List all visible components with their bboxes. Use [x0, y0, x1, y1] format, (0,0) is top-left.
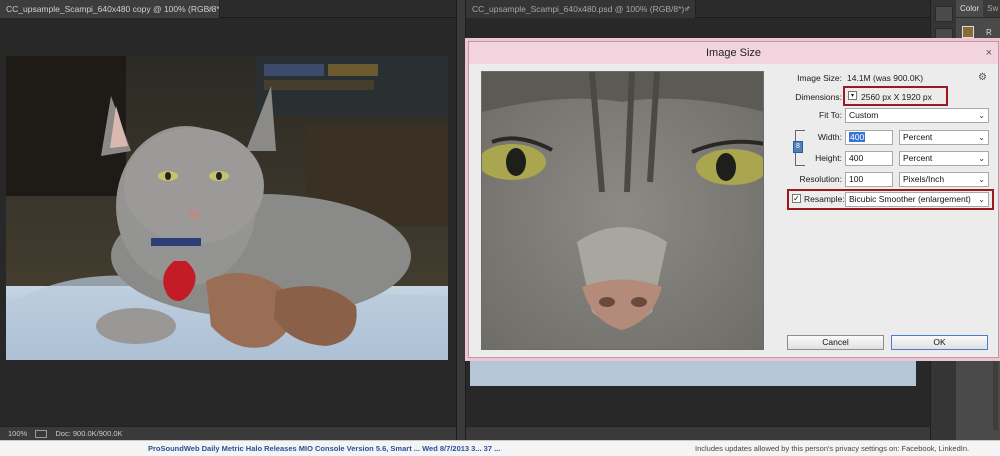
document-tab-right[interactable]: CC_upsample_Scampi_640x480.psd @ 100% (R…: [466, 0, 696, 18]
status-bar-right: [466, 426, 930, 440]
chevron-down-icon: ⌄: [978, 133, 985, 142]
fit-to-label: Fit To:: [819, 110, 842, 120]
status-bar-left: 100% Doc: 900.0K/900.0K: [0, 426, 456, 440]
privacy-note: Includes updates allowed by this person'…: [695, 444, 970, 453]
resolution-unit-select[interactable]: Pixels/Inch ⌄: [899, 172, 989, 187]
resolution-value: 100: [849, 174, 864, 184]
cat-photo: [6, 56, 448, 360]
resample-method: Bicubic Smoother (enlargement): [849, 194, 971, 204]
foreground-color-swatch[interactable]: [962, 26, 974, 38]
height-unit-select[interactable]: Percent ⌄: [899, 151, 989, 166]
resolution-input[interactable]: 100: [845, 172, 893, 187]
link-icon[interactable]: 8: [793, 141, 803, 153]
fit-to-select[interactable]: Custom ⌄: [845, 108, 989, 123]
width-label: Width:: [817, 132, 842, 142]
fit-to-value: Custom: [849, 110, 879, 120]
tab-color[interactable]: Color: [956, 0, 984, 17]
height-unit: Percent: [903, 153, 933, 163]
zoom-level[interactable]: 100%: [8, 429, 27, 438]
document-tab-title: CC_upsample_Scampi_640x480.psd @ 100% (R…: [472, 4, 690, 14]
close-icon[interactable]: ×: [208, 0, 213, 18]
resample-checkbox[interactable]: ✓: [792, 194, 801, 203]
height-label: Height:: [815, 153, 842, 163]
dimensions-label: Dimensions:: [795, 92, 842, 102]
height-value: 400: [849, 153, 864, 163]
document-tab-left[interactable]: CC_upsample_Scampi_640x480 copy @ 100% (…: [0, 0, 220, 18]
chevron-down-icon: ⌄: [978, 111, 985, 120]
chevron-down-icon: ⌄: [978, 195, 985, 204]
document-tab-title: CC_upsample_Scampi_640x480 copy @ 100% (…: [6, 4, 220, 14]
background-window-strip: ProSoundWeb Daily Metric Halo Releases M…: [0, 440, 1000, 456]
width-input[interactable]: 400: [845, 130, 893, 145]
image-size-value: 14.1M (was 900.0K): [847, 73, 924, 83]
panel-tabs: Color Sw: [956, 0, 1000, 18]
height-input[interactable]: 400: [845, 151, 893, 166]
close-icon[interactable]: ×: [986, 42, 992, 64]
pane-splitter[interactable]: [456, 0, 466, 440]
chevron-down-icon: ⌄: [978, 175, 985, 184]
chevron-down-icon: ⌄: [978, 154, 985, 163]
history-icon[interactable]: [934, 6, 953, 22]
channel-label-r: R: [986, 28, 992, 37]
tab-swatches[interactable]: Sw: [983, 0, 1000, 17]
doc-size: Doc: 900.0K/900.0K: [55, 429, 123, 438]
cancel-button[interactable]: Cancel: [787, 335, 884, 350]
image-size-label: Image Size:: [797, 73, 842, 83]
document-pane-left: CC_upsample_Scampi_640x480 copy @ 100% (…: [0, 0, 456, 440]
gear-icon[interactable]: ⚙: [978, 72, 987, 83]
status-icon[interactable]: [35, 430, 48, 439]
width-unit-select[interactable]: Percent ⌄: [899, 130, 989, 145]
width-value: 400: [849, 132, 866, 142]
resample-label: Resample:: [804, 194, 845, 204]
image-size-dialog: Image Size × ⚙ Image Size: 14.1M (was 90…: [468, 41, 999, 358]
ok-button[interactable]: OK: [891, 335, 988, 350]
news-item-link[interactable]: ProSoundWeb Daily Metric Halo Releases M…: [148, 441, 500, 456]
resolution-unit: Pixels/Inch: [903, 174, 945, 184]
width-unit: Percent: [903, 132, 933, 142]
resolution-label: Resolution:: [799, 174, 842, 184]
resample-method-select[interactable]: Bicubic Smoother (enlargement) ⌄: [845, 192, 989, 207]
dialog-title: Image Size: [469, 42, 998, 64]
dimensions-value: 2560 px X 1920 px: [861, 92, 932, 102]
dimensions-dropdown-icon[interactable]: ▾: [848, 91, 857, 100]
preview-image[interactable]: [481, 71, 764, 350]
close-icon[interactable]: ×: [684, 0, 689, 18]
cat-face-closeup: [482, 72, 763, 349]
image-canvas-left[interactable]: [6, 56, 448, 360]
